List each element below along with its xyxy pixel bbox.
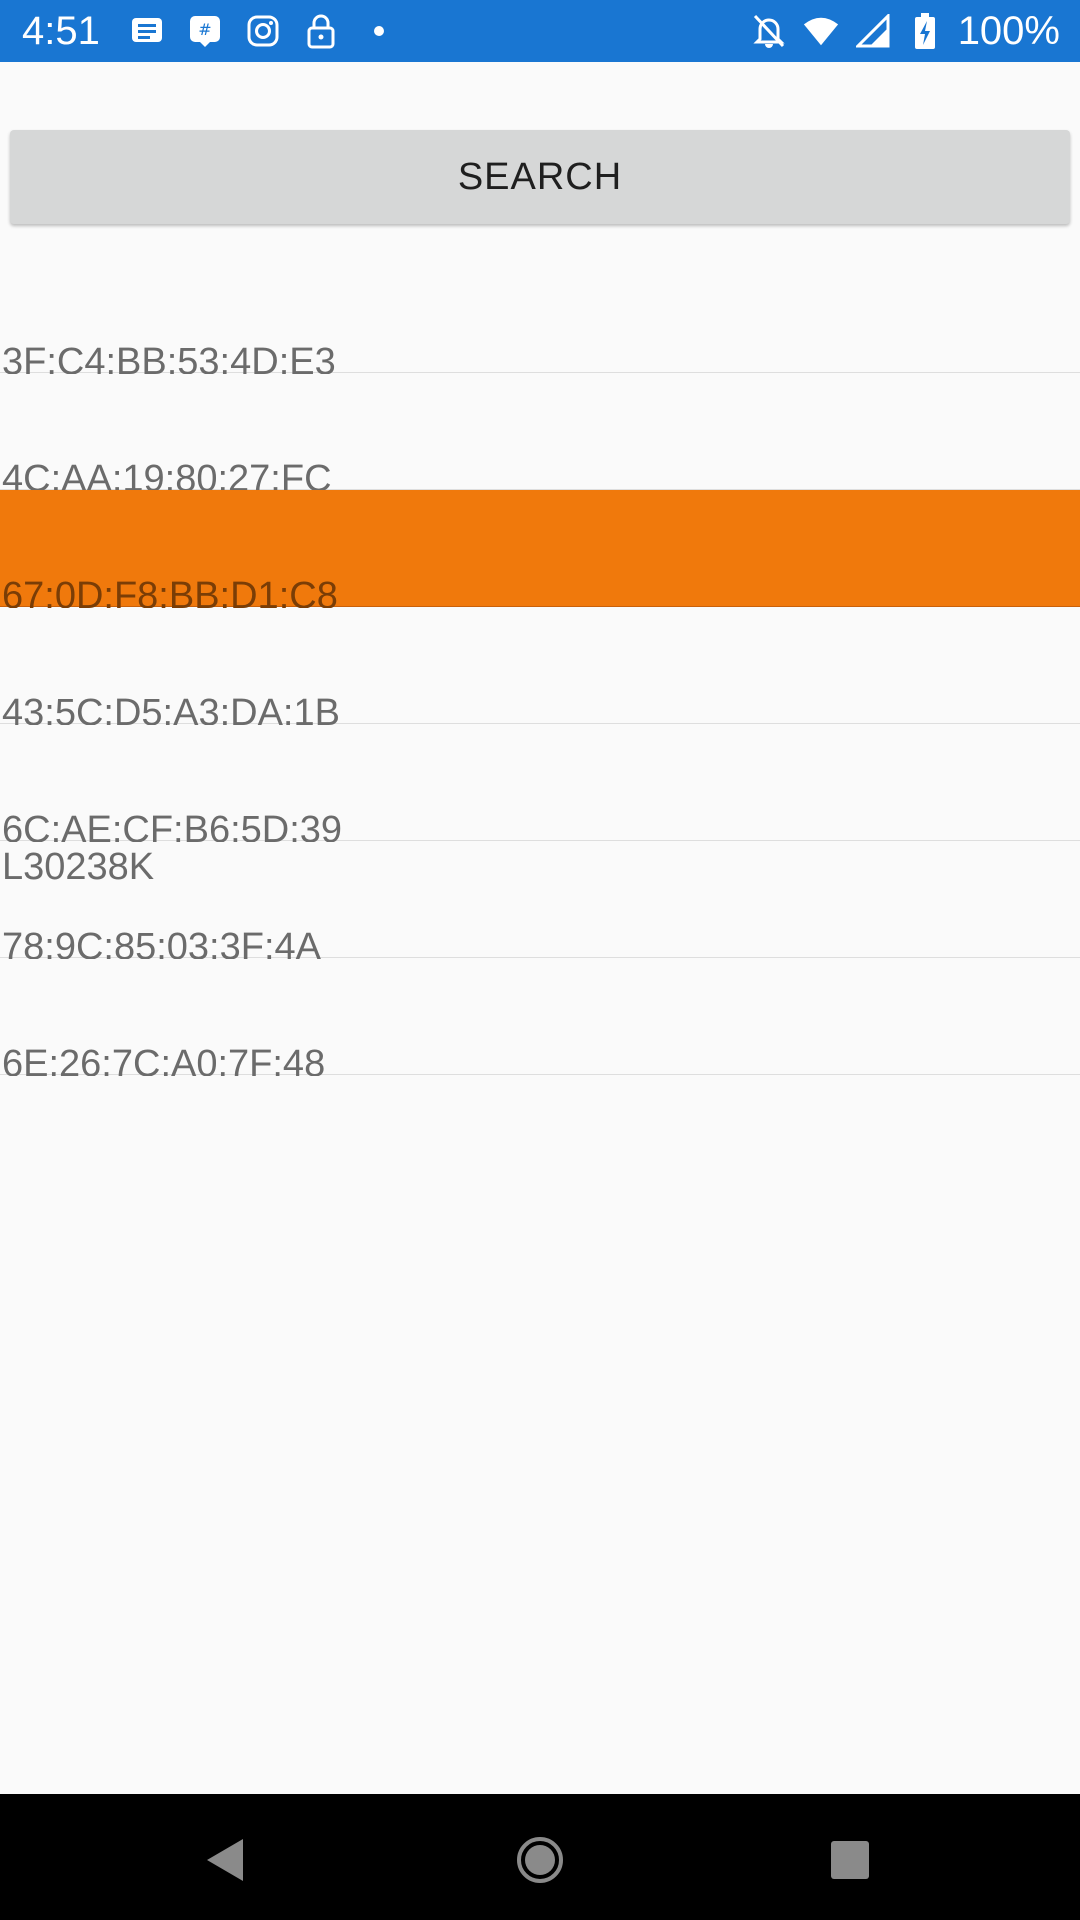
device-row[interactable]: 4C:AA:19:80:27:FC: [0, 373, 1080, 491]
device-row[interactable]: 6E:26:7C:A0:7F:48: [0, 958, 1080, 1076]
notifications-off-icon: [750, 12, 788, 50]
device-row[interactable]: 6C:AE:CF:B6:5D:39: [0, 724, 1080, 842]
recents-button[interactable]: [820, 1832, 880, 1892]
message-icon: [128, 12, 166, 50]
search-button[interactable]: SEARCH: [10, 130, 1070, 224]
device-address: 78:9C:85:03:3F:4A: [2, 926, 321, 959]
battery-percentage: 100%: [957, 9, 1060, 53]
device-address: 67:0D:F8:BB:D1:C8: [2, 575, 338, 608]
status-bar: 4:51 # 100%: [0, 0, 1080, 62]
navigation-bar: [0, 1794, 1080, 1920]
cell-signal-icon: [854, 12, 892, 50]
svg-text:#: #: [198, 20, 211, 39]
back-button[interactable]: [195, 1832, 255, 1892]
device-address: 3F:C4:BB:53:4D:E3: [2, 341, 336, 374]
battery-charging-icon: [906, 12, 944, 50]
recents-icon: [829, 1839, 871, 1886]
device-list: 3F:C4:BB:53:4D:E3 4C:AA:19:80:27:FC 67:0…: [0, 256, 1080, 1076]
device-address: 6E:26:7C:A0:7F:48: [2, 1043, 326, 1076]
device-row-selected[interactable]: 67:0D:F8:BB:D1:C8: [0, 490, 1080, 608]
instagram-icon: [244, 12, 282, 50]
back-icon: [203, 1837, 247, 1888]
device-row[interactable]: 3F:C4:BB:53:4D:E3: [0, 256, 1080, 374]
status-time: 4:51: [22, 9, 100, 53]
device-row[interactable]: L30238K 78:9C:85:03:3F:4A: [0, 841, 1080, 959]
dot-icon: [360, 12, 398, 50]
lock-icon: [302, 12, 340, 50]
home-icon: [515, 1835, 565, 1890]
device-row[interactable]: 43:5C:D5:A3:DA:1B: [0, 607, 1080, 725]
home-button[interactable]: [510, 1832, 570, 1892]
device-address: 6C:AE:CF:B6:5D:39: [2, 809, 343, 842]
device-address: 43:5C:D5:A3:DA:1B: [2, 692, 340, 725]
device-address: 4C:AA:19:80:27:FC: [2, 458, 332, 491]
wifi-icon: [802, 12, 840, 50]
notification-icons: #: [128, 12, 398, 50]
device-name: L30238K: [2, 846, 155, 888]
slack-icon: #: [186, 12, 224, 50]
system-icons: 100%: [750, 8, 1060, 54]
